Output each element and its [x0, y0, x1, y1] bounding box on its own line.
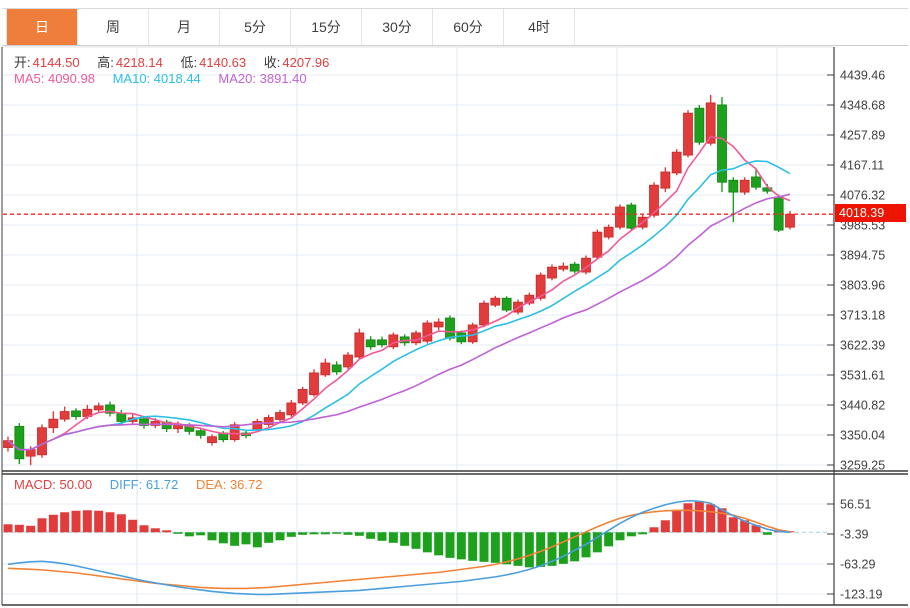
- macd-axis-label: 56.51: [840, 498, 871, 512]
- tab-week[interactable]: 周: [78, 9, 149, 45]
- price-axis-label: 4076.32: [840, 189, 885, 203]
- price-axis-label: 3350.04: [840, 429, 885, 443]
- ma-info-row: MA5: 4090.98 MA10: 4018.44 MA20: 3891.40: [14, 71, 321, 86]
- price-axis-label: 3803.96: [840, 279, 885, 293]
- price-axis-label: 3531.61: [840, 369, 885, 383]
- current-price-axis-tag: 4018.39: [835, 204, 906, 222]
- price-axis-label: 4167.11: [840, 159, 884, 173]
- chart-canvas: 4439.464348.684257.894167.114076.323985.…: [0, 0, 910, 608]
- open-label: 开:: [14, 55, 31, 70]
- ma20-value: 3891.40: [260, 71, 307, 86]
- tab-day[interactable]: 日: [7, 9, 78, 45]
- dea-value: 36.72: [230, 477, 263, 492]
- close-label: 收:: [264, 55, 281, 70]
- tab-15min[interactable]: 15分: [291, 9, 362, 45]
- ma10-value: 4018.44: [154, 71, 201, 86]
- tab-5min[interactable]: 5分: [220, 9, 291, 45]
- ma5-label: MA5:: [14, 71, 44, 86]
- ma20-label: MA20:: [218, 71, 256, 86]
- diff-value: 61.72: [146, 477, 179, 492]
- low-value: 4140.63: [199, 55, 246, 70]
- macd-value: 50.00: [60, 477, 93, 492]
- low-label: 低:: [181, 55, 198, 70]
- open-value: 4144.50: [33, 55, 80, 70]
- price-axis-label: 3894.75: [840, 249, 885, 263]
- macd-axis-label: -3.39: [840, 528, 869, 542]
- price-axis-label: 4348.68: [840, 99, 885, 113]
- diff-label: DIFF:: [110, 477, 143, 492]
- tab-4hour[interactable]: 4时: [504, 9, 575, 45]
- ohlc-info-row: 开:4144.50 高:4218.14 低:4140.63 收:4207.96: [14, 52, 343, 71]
- price-axis-label: 3440.82: [840, 399, 885, 413]
- high-value: 4218.14: [116, 55, 163, 70]
- ma10-label: MA10:: [113, 71, 151, 86]
- dea-label: DEA:: [196, 477, 226, 492]
- kline-chart-widget: 4439.464348.684257.894167.114076.323985.…: [0, 0, 910, 608]
- macd-label: MACD:: [14, 477, 56, 492]
- price-axis-label: 4439.46: [840, 69, 885, 83]
- close-value: 4207.96: [282, 55, 329, 70]
- price-axis-label: 4257.89: [840, 129, 885, 143]
- tab-60min[interactable]: 60分: [433, 9, 504, 45]
- macd-axis-label: -123.19: [840, 588, 882, 602]
- tabbar-filler: [575, 9, 908, 45]
- price-axis-label: 3713.18: [840, 309, 885, 323]
- tab-month[interactable]: 月: [149, 9, 220, 45]
- macd-info-row: MACD: 50.00 DIFF: 61.72 DEA: 36.72: [14, 477, 277, 492]
- macd-axis-label: -63.29: [840, 558, 875, 572]
- high-label: 高:: [97, 55, 114, 70]
- period-tabbar: 日 周 月 5分 15分 30分 60分 4时: [2, 8, 908, 46]
- price-axis-label: 3622.39: [840, 339, 885, 353]
- tab-30min[interactable]: 30分: [362, 9, 433, 45]
- ma5-value: 4090.98: [48, 71, 95, 86]
